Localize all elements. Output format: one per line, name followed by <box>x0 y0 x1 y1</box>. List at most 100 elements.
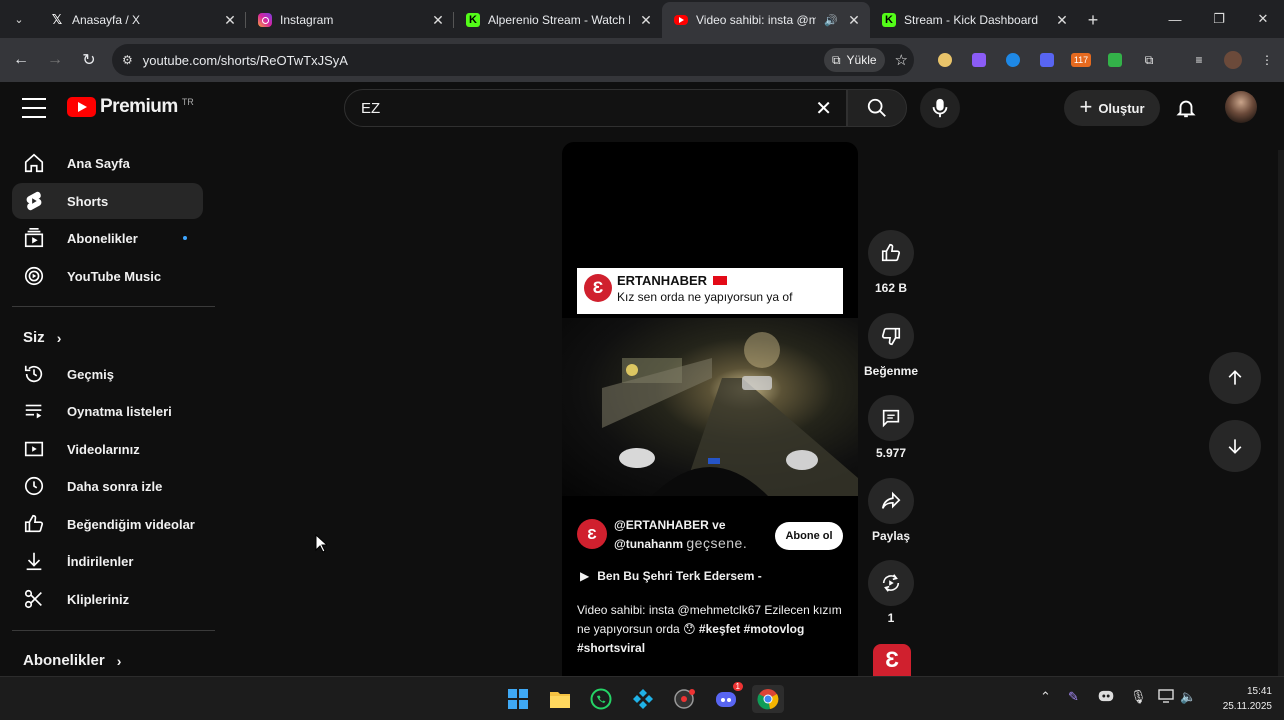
clock-date: 25.11.2025 <box>1222 701 1272 712</box>
clear-search-icon[interactable]: ✕ <box>815 96 832 121</box>
home-icon <box>24 153 44 173</box>
shorts-icon <box>26 191 42 211</box>
browser-tab-x[interactable]: 𝕏 Anasayfa / X ✕ <box>38 2 246 38</box>
next-short-button[interactable] <box>1209 420 1261 472</box>
reading-list-icon[interactable]: ≡ <box>1182 44 1216 76</box>
sidebar-item-youtube-music[interactable]: YouTube Music <box>12 258 203 294</box>
install-app-button[interactable]: ⧉ Yükle <box>823 48 885 72</box>
browser-tab-alperenio[interactable]: K Alperenio Stream - Watch Li ✕ <box>454 2 662 38</box>
notifications-button[interactable] <box>1170 92 1202 124</box>
share-button[interactable]: Paylaş <box>858 478 924 543</box>
voice-search-button[interactable] <box>920 88 960 128</box>
page-scrollbar[interactable] <box>1278 150 1284 676</box>
remix-button[interactable]: 1 <box>858 560 924 625</box>
music-title: Ben Bu Şehri Terk Edersem - <box>597 569 762 583</box>
sound-channel-thumbnail[interactable]: Ɛ <box>873 644 911 676</box>
dislike-button[interactable]: Beğenme <box>858 313 924 378</box>
chrome-icon[interactable] <box>752 685 784 713</box>
sidebar-item-home[interactable]: Ana Sayfa <box>12 145 203 181</box>
bookmark-star-icon[interactable]: ☆ <box>895 51 908 69</box>
extension-icon[interactable] <box>996 44 1030 76</box>
network-icon[interactable] <box>1158 689 1174 706</box>
whatsapp-icon[interactable] <box>587 685 615 713</box>
address-bar[interactable]: ⚙ youtube.com/shorts/ReOTwTxJSyA ⧉ Yükle … <box>112 44 914 76</box>
discord-icon[interactable]: 1 <box>712 682 743 713</box>
reload-icon[interactable]: ↻ <box>72 50 106 70</box>
browser-tab-youtube[interactable]: Video sahibi: insta @me 🔊 ✕ <box>662 2 870 38</box>
kodi-icon[interactable] <box>629 685 657 713</box>
shorts-player[interactable]: Ɛ ERTANHABER Kız sen orda ne yapıyorsun … <box>562 142 858 676</box>
extension-icon[interactable] <box>1030 44 1064 76</box>
profile-avatar-icon[interactable] <box>1216 44 1250 76</box>
close-tab-icon[interactable]: ✕ <box>1054 12 1070 29</box>
more-menu-icon[interactable]: ⋮ <box>1250 44 1284 76</box>
browser-tab-kick-dashboard[interactable]: K Stream - Kick Dashboard ✕ <box>870 2 1078 38</box>
windows-start-icon[interactable] <box>504 685 532 713</box>
back-arrow-icon[interactable]: ← <box>4 51 38 69</box>
extension-icon[interactable] <box>1098 44 1132 76</box>
comment-icon <box>882 409 900 428</box>
extensions-puzzle-icon[interactable]: ⧉ <box>1132 44 1166 76</box>
pen-app-icon[interactable]: ✎ <box>1068 689 1079 705</box>
sidebar-item-playlists[interactable]: Oynatma listeleri <box>12 393 203 429</box>
browser-tab-instagram[interactable]: Instagram ✕ <box>246 2 454 38</box>
sidebar-item-watch-later[interactable]: Daha sonra izle <box>12 468 203 504</box>
search-input[interactable]: EZ ✕ <box>344 89 847 127</box>
extension-badge: 117 <box>1070 53 1092 67</box>
extension-badge-icon[interactable]: 117 <box>1064 44 1098 76</box>
channel-avatar[interactable]: Ɛ <box>577 519 607 549</box>
extension-icon[interactable] <box>962 44 996 76</box>
youtube-premium-logo[interactable]: Premium TR <box>67 96 194 118</box>
subscribe-button[interactable]: Abone ol <box>775 522 843 550</box>
file-explorer-icon[interactable] <box>546 685 574 713</box>
site-settings-icon[interactable]: ⚙ <box>122 53 133 67</box>
channel-name[interactable]: @ERTANHABER ve <box>614 516 764 534</box>
sidebar-item-downloads[interactable]: İndirilenler <box>12 543 203 579</box>
you-section-header[interactable]: Siz › <box>23 329 61 346</box>
account-avatar[interactable] <box>1225 91 1257 123</box>
sidebar-item-label: Daha sonra izle <box>67 478 163 494</box>
video-description[interactable]: Video sahibi: insta @mehmetclk67 Ezilece… <box>577 601 847 658</box>
discord-tray-icon[interactable] <box>1098 689 1114 706</box>
close-tab-icon[interactable]: ✕ <box>430 12 446 29</box>
show-hidden-icons-chevron-icon[interactable]: ⌃ <box>1040 689 1051 705</box>
close-window-icon[interactable]: ✕ <box>1242 0 1284 38</box>
tab-title: Video sahibi: insta @me <box>696 13 817 27</box>
tab-search-dropdown-icon[interactable]: ⌄ <box>0 0 38 38</box>
recording-app-icon[interactable] <box>670 685 698 713</box>
menu-icon[interactable] <box>22 98 46 118</box>
minimize-icon[interactable]: — <box>1154 0 1196 38</box>
thumbs-up-icon <box>881 243 901 262</box>
collab-channel-name[interactable]: @tunahanm <box>614 537 683 551</box>
create-button[interactable]: + Oluştur <box>1064 90 1160 126</box>
your-videos-icon <box>24 441 44 457</box>
subscriptions-section-header[interactable]: Abonelikler › <box>23 652 121 669</box>
new-tab-button[interactable]: + <box>1078 2 1108 38</box>
microphone-tray-icon[interactable]: 🎙 <box>1130 689 1147 705</box>
forward-arrow-icon[interactable]: → <box>38 51 72 69</box>
previous-short-button[interactable] <box>1209 352 1261 404</box>
sidebar-item-shorts[interactable]: Shorts <box>12 183 203 219</box>
close-tab-icon[interactable]: ✕ <box>638 12 654 29</box>
close-tab-icon[interactable]: ✕ <box>846 12 862 29</box>
restore-icon[interactable]: ❐ <box>1198 0 1240 38</box>
close-tab-icon[interactable]: ✕ <box>222 12 238 29</box>
volume-icon[interactable]: 🔈 <box>1180 689 1196 705</box>
overlay-caption: Kız sen orda ne yapıyorsun ya of <box>617 290 793 304</box>
sidebar-item-liked-videos[interactable]: Beğendiğim videolar <box>12 506 203 542</box>
system-clock[interactable]: 15:41 25.11.2025 <box>1206 684 1272 714</box>
sidebar-item-label: Shorts <box>67 193 109 209</box>
sidebar-item-clips[interactable]: Klipleriniz <box>12 581 203 617</box>
speaker-icon[interactable]: 🔊 <box>824 14 838 27</box>
sidebar-item-your-videos[interactable]: Videolarınız <box>12 431 203 467</box>
search-button[interactable] <box>847 89 907 127</box>
music-link[interactable]: ▶ Ben Bu Şehri Terk Edersem - <box>580 569 762 583</box>
clips-icon <box>24 589 42 609</box>
channel-info[interactable]: Ɛ @ERTANHABER ve @tunahanm geçsene. <box>577 516 764 553</box>
sidebar-item-subscriptions[interactable]: Abonelikler <box>12 220 203 256</box>
like-button[interactable]: 162 B <box>858 230 924 295</box>
comments-button[interactable]: 5.977 <box>858 395 924 460</box>
sidebar-item-label: Oynatma listeleri <box>67 403 172 419</box>
extension-icon[interactable] <box>928 44 962 76</box>
sidebar-item-history[interactable]: Geçmiş <box>12 356 203 392</box>
